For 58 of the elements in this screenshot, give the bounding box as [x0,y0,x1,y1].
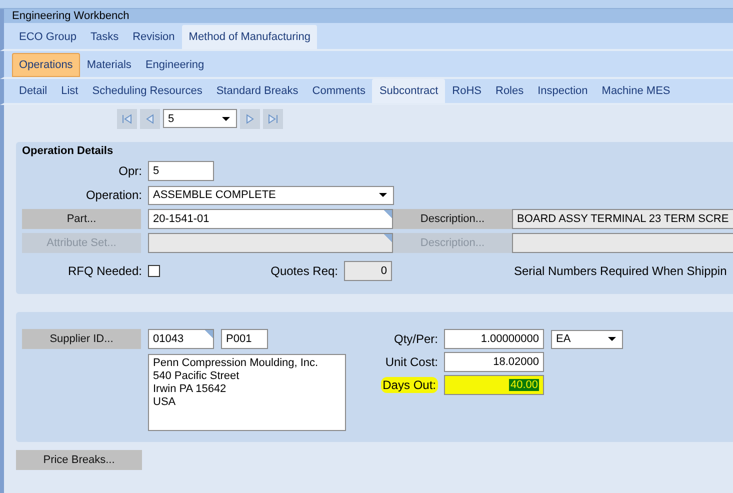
tab[interactable]: Revision [126,25,182,49]
tab[interactable]: Subcontract [372,79,446,103]
input-field[interactable]: 0 [344,261,392,281]
input-field[interactable]: 01043 [148,329,214,349]
tab[interactable]: RoHS [445,79,488,103]
input-field[interactable]: 18.02000 [444,352,544,372]
section-title: Operation Details [22,145,114,159]
record-dropdown[interactable]: 5 [163,109,237,128]
tab[interactable]: Inspection [530,79,595,103]
input-field[interactable]: 5 [148,161,214,181]
input-field[interactable] [512,233,733,253]
field-label: RFQ Needed: [66,264,143,278]
input-field[interactable] [148,233,393,253]
field-label: Opr: [118,164,143,178]
serial-numbers-label: Serial Numbers Required When Shippin [514,264,727,278]
input-field[interactable]: 20-1541-01 [148,209,393,229]
field-label: Days Out: [380,378,439,392]
tab[interactable]: Detail [12,79,54,103]
tab[interactable]: Standard Breaks [209,79,306,103]
last-icon [267,112,279,124]
address-text: Penn Compression Moulding, Inc. 540 Pacific Street Irwin PA 15642 USA [148,354,346,431]
tab[interactable]: ECO Group [12,25,84,49]
input-field[interactable]: 1.00000000 [444,329,544,349]
previous-record-button[interactable] [140,108,160,128]
tab[interactable]: Engineering [138,53,212,77]
supplier-id-button[interactable]: Supplier ID... [22,329,141,349]
uom-dropdown[interactable]: EA [551,330,623,348]
tab[interactable]: List [54,79,86,103]
description-button[interactable]: Description... [393,209,512,229]
field-label: Unit Cost: [384,355,439,369]
first-icon [121,112,133,124]
tab[interactable]: Comments [305,79,372,103]
operation-dropdown[interactable]: ASSEMBLE COMPLETE [148,186,394,204]
input-field[interactable]: BOARD ASSY TERMINAL 23 TERM SCRE [512,209,733,229]
last-record-button[interactable] [263,108,283,128]
field-label: Quotes Req: [270,264,339,278]
input-field[interactable]: 40.00 [444,375,544,395]
field-label: Operation: [84,188,143,202]
checkbox[interactable] [148,265,160,277]
tab[interactable]: Tasks [83,25,126,49]
price-breaks-button[interactable]: Price Breaks... [16,450,142,470]
tab[interactable]: Roles [488,79,531,103]
tab[interactable]: Scheduling Resources [85,79,210,103]
first-record-button[interactable] [117,108,137,128]
next-icon [244,112,256,124]
dropdown-caret-icon [608,337,616,341]
dropdown-caret-icon [222,116,230,120]
tab[interactable]: Method of Manufacturing [182,25,318,49]
tab[interactable]: Materials [80,53,138,77]
next-record-button[interactable] [240,108,260,128]
window-title: Engineering Workbench [0,9,733,23]
tab[interactable]: Machine MES [594,79,678,103]
input-field[interactable]: P001 [221,329,268,349]
prev-icon [144,112,156,124]
field-label: Qty/Per: [392,332,439,346]
tab[interactable]: Operations [12,53,80,77]
dropdown-caret-icon [379,193,387,197]
part-button[interactable]: Part... [22,209,141,229]
